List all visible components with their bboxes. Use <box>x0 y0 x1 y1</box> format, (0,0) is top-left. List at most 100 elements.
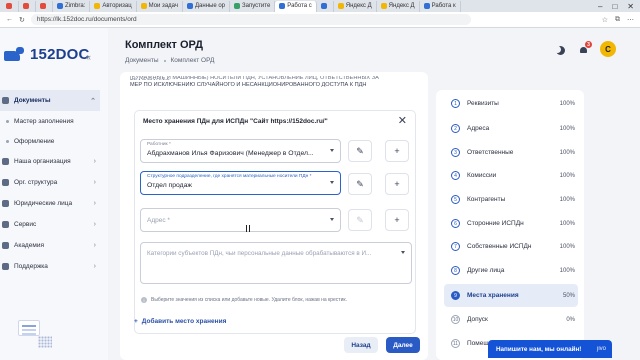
department-select[interactable]: Структурное подразделение, где хранятся … <box>140 171 341 195</box>
address-select[interactable]: Адрес * <box>140 208 341 232</box>
logo-dog-icon <box>4 46 26 63</box>
tab-favicon-icon <box>234 3 241 9</box>
browser-tab[interactable]: Zimbra: <box>53 0 91 12</box>
page-title: Комплект ОРД <box>125 39 204 51</box>
tab-favicon-icon <box>57 3 63 9</box>
url-input[interactable]: https://lk.152doc.ru/documents/ord <box>30 14 471 25</box>
edit-employee-button[interactable]: ✎ <box>348 140 372 162</box>
sidebar-item-legal-entities[interactable]: Юридические лица › <box>0 193 100 214</box>
sidebar-item-org-structure[interactable]: Орг. структура › <box>0 172 100 193</box>
employee-select[interactable]: Работник * Абдрахманов Илья Фаризович (М… <box>140 139 341 163</box>
logo[interactable]: 152DOC <box>4 46 90 63</box>
reload-icon[interactable]: ↻ <box>19 16 25 24</box>
maximize-icon[interactable]: □ <box>612 2 617 11</box>
step-item[interactable]: 5 Контрагенты 100% <box>436 188 584 211</box>
minimize-icon[interactable]: – <box>598 2 602 11</box>
step-number: 5 <box>451 195 460 204</box>
back-arrow-icon[interactable]: ← <box>6 16 13 23</box>
step-name: Сторонние ИСПДн <box>467 220 524 227</box>
step-name: Допуск <box>467 316 488 323</box>
browser-tab[interactable]: Яндекс Д <box>334 0 377 12</box>
step-item[interactable]: 6 Сторонние ИСПДн 100% <box>436 212 584 235</box>
star-icon[interactable]: ☆ <box>602 16 608 24</box>
add-department-button[interactable]: + <box>385 173 409 195</box>
storage-place-block: Место хранения ПДн для ИСПДн "Сайт https… <box>134 110 416 334</box>
service-icon <box>2 221 9 228</box>
avatar[interactable]: С <box>600 41 616 57</box>
tab-favicon-icon <box>423 3 430 9</box>
step-item-active[interactable]: 9 Места хранения 50% <box>444 284 578 307</box>
browser-tab[interactable]: Запустите <box>230 0 276 12</box>
close-block-icon[interactable]: ✕ <box>398 114 407 127</box>
progress-steps-panel: 1 Реквизиты 100% 2 Адреса 100% 3 Ответст… <box>436 90 584 360</box>
text-cursor-icon <box>246 225 250 232</box>
browser-tab[interactable]: Работа к <box>420 0 461 12</box>
step-name: Помещ <box>467 340 489 347</box>
tab-favicon-icon <box>320 3 327 9</box>
storage-block-title: Место хранения ПДн для ИСПДн "Сайт https… <box>143 118 328 125</box>
sidebar-item-label: Мастер заполнения <box>14 117 74 125</box>
sidebar-item-documents[interactable]: Документы ⌃ <box>0 90 100 111</box>
add-address-button[interactable]: + <box>385 209 409 231</box>
sidebar-item-support[interactable]: Поддержка › <box>0 256 100 277</box>
academy-icon <box>2 242 9 249</box>
add-employee-button[interactable]: + <box>385 140 409 162</box>
browser-tab[interactable]: Авторизац <box>90 0 137 12</box>
browser-tab[interactable] <box>36 0 53 12</box>
breadcrumb-documents[interactable]: Документы <box>125 57 159 64</box>
chat-label: Напишите нам, мы онлайн! <box>496 345 582 353</box>
sidebar-item-formatting[interactable]: Оформление <box>0 131 100 151</box>
step-name: Адреса <box>467 125 490 132</box>
edit-department-button[interactable]: ✎ <box>348 173 372 195</box>
browser-tab-active[interactable]: Работа с <box>275 0 317 12</box>
tab-favicon-icon <box>186 3 193 9</box>
step-item[interactable]: 7 Собственные ИСПДн 100% <box>436 235 584 258</box>
jivo-logo: jivo <box>596 346 606 352</box>
pencil-icon: ✎ <box>356 178 364 189</box>
step-percent: 100% <box>559 220 575 227</box>
back-button[interactable]: Назад <box>344 337 378 353</box>
legal-text-line-2: МЕР ПО ИСКЛЮЧЕНИЮ СЛУЧАЙНОГО И НЕСАНКЦИО… <box>130 82 367 88</box>
page-header: Комплект ОРД Документы Комплект ОРД 3 С <box>108 28 640 72</box>
theme-toggle-moon-icon[interactable] <box>556 46 565 55</box>
chevron-up-icon: ⌃ <box>90 97 96 105</box>
edit-address-button[interactable]: ✎ <box>348 209 372 231</box>
sidebar-item-wizard[interactable]: Мастер заполнения <box>0 111 100 131</box>
sidebar-item-service[interactable]: Сервис › <box>0 214 100 235</box>
collapse-sidebar-icon[interactable]: « <box>86 52 91 62</box>
extensions-icon[interactable]: ⧉ <box>615 16 620 24</box>
online-chat-widget[interactable]: Напишите нам, мы онлайн! jivo <box>488 340 612 358</box>
employee-value: Абдрахманов Илья Фаризович (Менеджер в О… <box>147 150 314 157</box>
step-percent: 0% <box>566 316 575 323</box>
add-storage-place-button[interactable]: + Добавить место хранения <box>134 318 226 325</box>
close-window-icon[interactable]: ✕ <box>627 2 634 11</box>
sidebar-item-label: Документы <box>14 97 51 104</box>
step-percent: 50% <box>562 292 575 299</box>
address-placeholder: Адрес * <box>147 217 170 224</box>
subject-categories-select[interactable]: Категории субъектов ПДн, чьи персональны… <box>140 242 412 284</box>
sidebar-item-organization[interactable]: Наша организация › <box>0 151 100 172</box>
sidebar: 152DOC « Документы ⌃ Мастер заполнения О… <box>0 28 108 360</box>
browser-tab[interactable] <box>317 0 334 12</box>
window-controls: – □ ✕ <box>598 2 640 11</box>
browser-tab[interactable]: Данные ор <box>183 0 231 12</box>
step-item[interactable]: 4 Комиссии 100% <box>436 164 584 187</box>
breadcrumb-separator <box>163 59 166 62</box>
browser-tab[interactable] <box>2 0 19 12</box>
browser-tab-bar: Zimbra: Авторизац Мои задач Данные ор За… <box>0 0 640 12</box>
step-item[interactable]: 1 Реквизиты 100% <box>436 92 584 115</box>
step-item[interactable]: 3 Ответственные 100% <box>436 141 584 164</box>
browser-tab[interactable] <box>19 0 36 12</box>
sidebar-item-academy[interactable]: Академия › <box>0 235 100 256</box>
step-item[interactable]: 10 Допуск 0% <box>436 308 584 331</box>
browser-toolbar-icons: ☆ ⧉ ⋯ <box>602 16 634 24</box>
next-button[interactable]: Далее <box>386 337 420 353</box>
step-number: 3 <box>451 148 460 157</box>
browser-tab[interactable]: Мои задач <box>137 0 183 12</box>
step-item[interactable]: 2 Адреса 100% <box>436 117 584 140</box>
step-item[interactable]: 8 Другие лица 100% <box>436 259 584 282</box>
building-icon <box>2 158 9 165</box>
menu-dots-icon[interactable]: ⋯ <box>627 16 634 24</box>
notification-badge: 3 <box>585 41 592 48</box>
browser-tab[interactable]: Яндекс Д <box>377 0 420 12</box>
